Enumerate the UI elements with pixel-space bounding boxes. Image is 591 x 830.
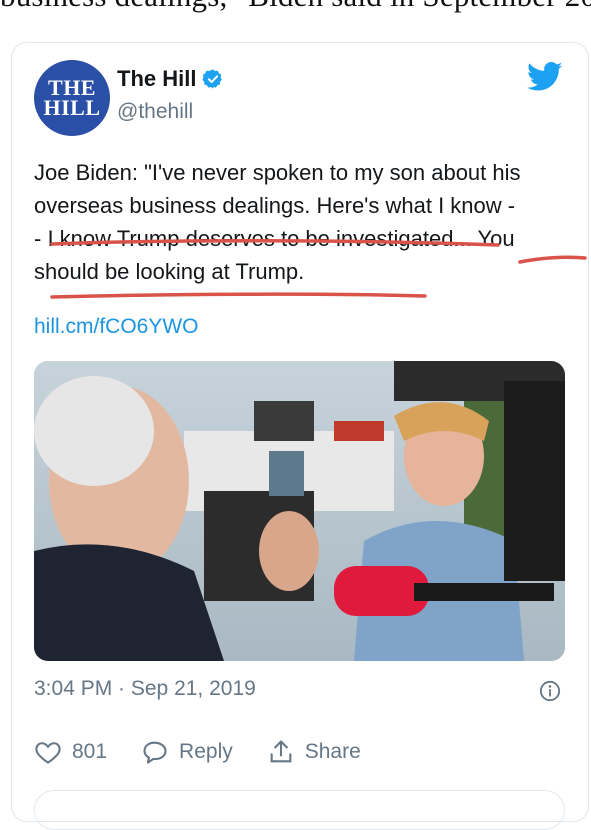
tweet-link[interactable]: hill.cm/fCO6YWO <box>34 315 199 339</box>
tweet-timestamp[interactable]: 3:04 PM · Sep 21, 2019 <box>34 677 256 701</box>
reply-button[interactable]: Reply <box>141 738 233 766</box>
verified-badge-icon <box>202 69 223 89</box>
avatar[interactable]: THE HILL <box>34 60 110 136</box>
tweet-text-line: - I know Trump deserves to be investigat… <box>34 226 515 251</box>
heart-icon <box>35 742 61 764</box>
share-button[interactable]: Share <box>267 738 361 766</box>
share-label: Share <box>304 740 361 763</box>
press-scrum-photo <box>34 361 565 661</box>
author-name-row[interactable]: The Hill <box>117 66 224 92</box>
tweet-media-photo[interactable] <box>34 361 565 661</box>
avatar-text-line-2: HILL <box>43 95 101 120</box>
author-name[interactable]: The Hill <box>117 66 196 92</box>
article-caption-text: business dealings," Biden said in Septem… <box>0 0 591 14</box>
share-icon <box>270 740 292 763</box>
reply-label: Reply <box>179 740 233 763</box>
like-count: 801 <box>72 740 108 763</box>
tweet-text-line: Joe Biden: "I've never spoken to my son … <box>34 160 521 185</box>
twitter-bird-icon[interactable] <box>527 62 563 92</box>
author-handle[interactable]: @thehill <box>117 100 193 124</box>
tweet-text-line: should be looking at Trump. <box>34 259 305 284</box>
tweet-text: Joe Biden: "I've never spoken to my son … <box>34 156 569 288</box>
tweet-footer-box[interactable] <box>34 790 565 830</box>
tweet-actions: 801 Reply Share <box>34 738 395 766</box>
reply-bubble-icon <box>143 741 167 764</box>
like-button[interactable]: 801 <box>34 738 107 766</box>
info-icon[interactable] <box>539 680 561 702</box>
tweet-text-line: overseas business dealings. Here's what … <box>34 193 516 218</box>
